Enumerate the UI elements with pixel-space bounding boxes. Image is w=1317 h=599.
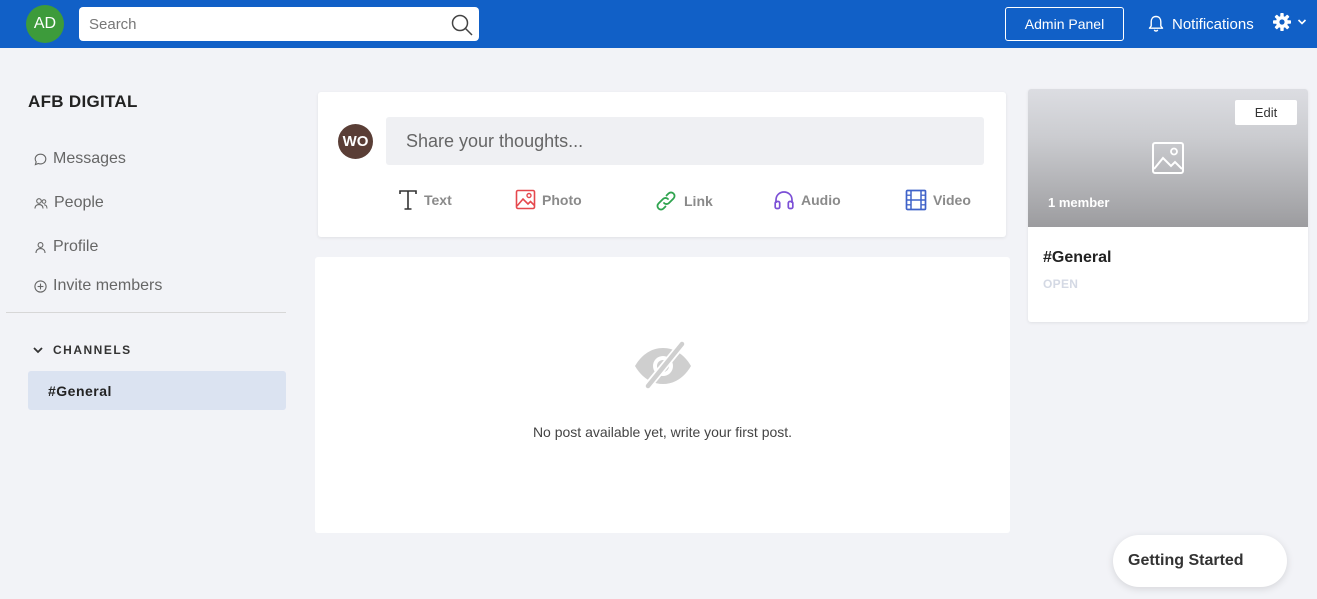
channel-status-badge: OPEN: [1043, 277, 1079, 291]
feed-empty-state: No post available yet, write your first …: [315, 257, 1010, 533]
chevron-down-icon: [1297, 19, 1307, 25]
empty-feed-message: No post available yet, write your first …: [532, 424, 793, 440]
notifications-label: Notifications: [1172, 15, 1254, 33]
sidebar-item-label: Invite members: [53, 277, 163, 294]
channel-card: Edit 1 member #General OPEN: [1028, 89, 1308, 322]
post-type-label: Video: [933, 192, 971, 208]
member-count: 1 member: [1048, 195, 1110, 210]
post-type-audio[interactable]: Audio: [773, 189, 841, 211]
text-icon: [399, 190, 417, 210]
eye-slash-icon: [635, 341, 691, 389]
search-box[interactable]: [79, 7, 479, 41]
sidebar-item-messages[interactable]: Messages: [34, 150, 126, 168]
sidebar-item-label: Messages: [53, 150, 126, 167]
post-type-video[interactable]: Video: [905, 189, 971, 211]
notifications-button[interactable]: Notifications: [1148, 12, 1254, 36]
composer-avatar: WO: [338, 124, 373, 159]
edit-cover-button[interactable]: Edit: [1235, 100, 1297, 125]
photo-icon: [515, 189, 536, 210]
film-icon: [905, 189, 927, 211]
settings-menu[interactable]: [1272, 12, 1308, 32]
post-type-label: Text: [424, 192, 452, 208]
admin-panel-button[interactable]: Admin Panel: [1005, 7, 1124, 41]
sidebar-item-invite-members[interactable]: Invite members: [34, 277, 162, 295]
post-type-link[interactable]: Link: [654, 189, 713, 213]
getting-started-button[interactable]: Getting Started: [1113, 535, 1287, 587]
thought-input[interactable]: Share your thoughts...: [386, 117, 984, 165]
bell-icon: [1148, 15, 1164, 32]
user-avatar[interactable]: AD: [26, 5, 64, 43]
sidebar-item-people[interactable]: People: [34, 194, 104, 212]
chevron-down-icon: [33, 347, 43, 354]
post-type-photo[interactable]: Photo: [515, 189, 582, 210]
workspace-name: AFB DIGITAL: [28, 92, 138, 111]
sidebar-item-label: People: [54, 194, 104, 211]
channel-label: #General: [48, 382, 112, 399]
channel-title: #General: [1043, 249, 1112, 266]
post-type-label: Link: [684, 193, 713, 209]
post-type-label: Photo: [542, 191, 582, 208]
image-placeholder-icon: [1152, 142, 1184, 174]
gear-icon: [1273, 13, 1291, 31]
sidebar-item-label: Profile: [53, 238, 99, 255]
search-icon[interactable]: [450, 13, 474, 37]
post-composer: WO Share your thoughts... Text Photo Lin…: [318, 92, 1006, 237]
top-navbar: AD Admin Panel Notifications: [0, 0, 1317, 48]
people-icon: [34, 197, 48, 209]
post-type-label: Audio: [801, 192, 841, 208]
sidebar-item-profile[interactable]: Profile: [34, 238, 98, 256]
search-input[interactable]: [79, 7, 439, 41]
sidebar-divider: [6, 312, 286, 313]
channels-toggle[interactable]: CHANNELS: [32, 343, 132, 357]
channel-cover: Edit 1 member: [1028, 89, 1308, 227]
sidebar-channel-general[interactable]: #General: [28, 371, 286, 410]
plus-circle-icon: [34, 279, 47, 293]
link-icon: [656, 191, 676, 211]
post-type-text[interactable]: Text: [398, 189, 452, 211]
headphones-icon: [774, 191, 794, 210]
channels-heading: CHANNELS: [53, 343, 132, 357]
chat-bubble-icon: [34, 153, 47, 166]
person-icon: [35, 241, 46, 253]
